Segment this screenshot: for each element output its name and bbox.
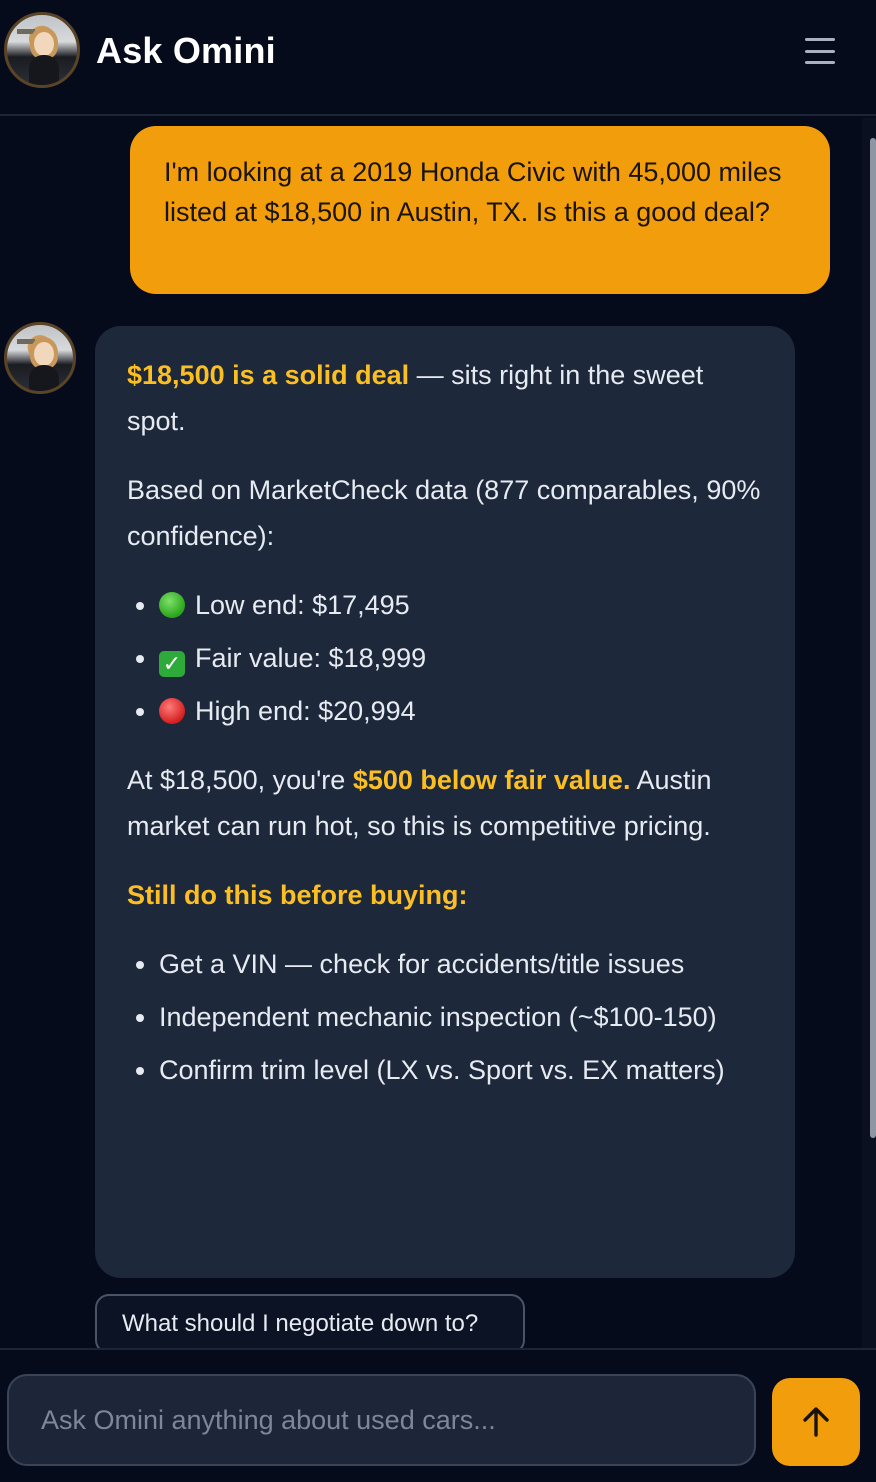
list-item: Confirm trim level (LX vs. Sport vs. EX … — [127, 1047, 763, 1093]
price-high: High end: $20,994 — [127, 688, 763, 734]
omini-avatar — [4, 12, 80, 88]
price-low-label: Low end: $17,495 — [195, 590, 410, 620]
verdict-highlight: $500 below fair value. — [352, 765, 631, 795]
price-range-list: Low end: $17,495 ✓ Fair value: $18,999 Hi… — [127, 582, 763, 734]
assistant-message: $18,500 is a solid deal — sits right in … — [95, 326, 795, 1278]
red-circle-icon — [159, 698, 185, 724]
hamburger-menu-icon[interactable] — [800, 34, 840, 68]
checklist: Get a VIN — check for accidents/title is… — [127, 941, 763, 1093]
chat-input[interactable] — [7, 1374, 756, 1466]
checklist-heading: Still do this before buying: — [127, 880, 468, 910]
scrollbar-thumb[interactable] — [870, 138, 876, 1138]
assistant-avatar — [4, 322, 76, 394]
check-mark-icon: ✓ — [159, 651, 185, 677]
list-item: Independent mechanic inspection (~$100-1… — [127, 994, 763, 1040]
price-low: Low end: $17,495 — [127, 582, 763, 628]
send-button[interactable] — [772, 1378, 860, 1466]
verdict: At $18,500, you're $500 below fair value… — [127, 757, 763, 849]
arrow-up-icon — [803, 1407, 829, 1437]
list-item: Get a VIN — check for accidents/title is… — [127, 941, 763, 987]
app-title: Ask Omini — [96, 30, 276, 71]
price-fair-label: Fair value: $18,999 — [195, 643, 427, 673]
assistant-headline: $18,500 is a solid deal — sits right in … — [127, 352, 763, 444]
app-header: Ask Omini — [0, 0, 876, 116]
headline-highlight: $18,500 is a solid deal — [127, 360, 410, 390]
market-basis: Based on MarketCheck data (877 comparabl… — [127, 475, 761, 551]
user-message: I'm looking at a 2019 Honda Civic with 4… — [130, 126, 830, 294]
suggestion-chip[interactable]: What should I negotiate down to? — [95, 1294, 525, 1354]
chat-app: Ask Omini I'm looking at a 2019 Honda Ci… — [0, 0, 876, 1482]
price-fair: ✓ Fair value: $18,999 — [127, 635, 763, 681]
verdict-prefix: At $18,500, you're — [127, 765, 353, 795]
price-high-label: High end: $20,994 — [195, 696, 416, 726]
green-circle-icon — [159, 592, 185, 618]
